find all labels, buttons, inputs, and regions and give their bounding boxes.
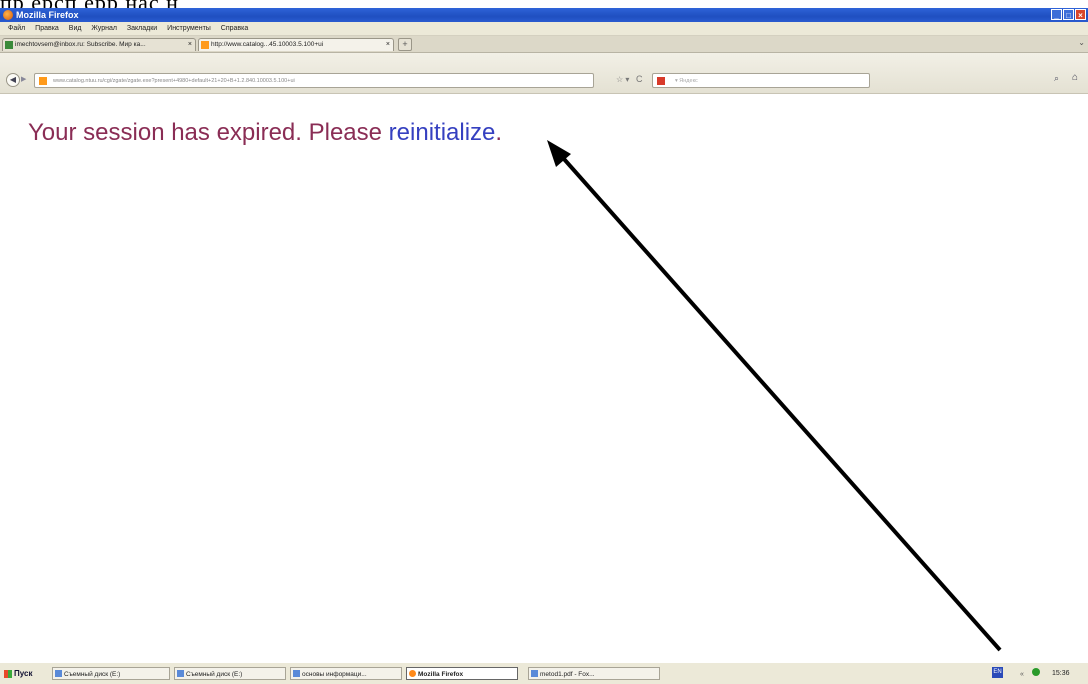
page-content: Your session has expired. Please reiniti… (0, 94, 1088, 662)
language-indicator[interactable]: EN (992, 667, 1003, 678)
word-document-icon (293, 670, 300, 677)
new-tab-button[interactable]: + (398, 38, 412, 51)
search-engine-icon[interactable] (657, 77, 665, 85)
taskbar-item[interactable]: Съемный диск (E:) (52, 667, 170, 680)
tray-expand-icon[interactable]: « (1020, 668, 1024, 681)
start-label: Пуск (14, 669, 33, 678)
reinitialize-link[interactable]: reinitialize (389, 119, 496, 146)
pdf-icon (531, 670, 538, 677)
taskbar-item-label: Съемный диск (E:) (186, 671, 243, 678)
taskbar-item-label: metod1.pdf - Fox... (540, 671, 595, 678)
firefox-icon (3, 10, 13, 20)
session-expired-message: Your session has expired. Please reiniti… (28, 119, 502, 147)
forward-button[interactable]: ▶ (21, 75, 26, 83)
window-controls: _ □ × (1051, 9, 1086, 20)
taskbar-item[interactable]: metod1.pdf - Fox... (528, 667, 660, 680)
minimize-button[interactable]: _ (1051, 9, 1062, 20)
site-icon (201, 41, 209, 49)
menu-history[interactable]: Журнал (91, 25, 117, 32)
drive-icon (55, 670, 62, 677)
url-text[interactable]: www.catalog.ntuu.ru/cgi/zgate/zgate.exe?… (53, 75, 295, 87)
drive-icon (177, 670, 184, 677)
tab-list-chevron-icon[interactable]: ⌄ (1078, 38, 1085, 47)
tab-label: imechtovsem@inbox.ru: Subscribe. Мир ка.… (15, 41, 146, 48)
tab-label: http://www.catalog...45.10003.5.100+ui (211, 41, 324, 48)
menu-bookmarks[interactable]: Закладки (127, 25, 157, 32)
window-titlebar[interactable]: Mozilla Firefox _ □ × (0, 8, 1088, 22)
tab-bar: imechtovsem@inbox.ru: Subscribe. Мир ка.… (0, 36, 1088, 53)
clock: 15:36 (1052, 670, 1070, 677)
taskbar-item[interactable]: Съемный диск (E:) (174, 667, 286, 680)
tab-catalog[interactable]: http://www.catalog...45.10003.5.100+ui × (198, 38, 394, 51)
mail-icon (5, 41, 13, 49)
reload-icon[interactable]: C (636, 74, 643, 84)
windows-taskbar: Пуск Съемный диск (E:) Съемный диск (E:)… (0, 662, 1088, 684)
taskbar-item-label: основы информаци... (302, 671, 367, 678)
windows-flag-icon (4, 670, 12, 678)
menu-file[interactable]: Файл (8, 25, 25, 32)
tab-mail[interactable]: imechtovsem@inbox.ru: Subscribe. Мир ка.… (2, 38, 196, 51)
firefox-icon (409, 670, 416, 677)
back-button[interactable]: ◀ (6, 73, 20, 87)
taskbar-item[interactable]: Mozilla Firefox (406, 667, 518, 680)
home-icon[interactable]: ⌂ (1072, 72, 1078, 83)
tab-close-icon[interactable]: × (188, 39, 192, 51)
search-input[interactable]: ▾ Яндекс (652, 73, 870, 88)
taskbar-item[interactable]: основы информаци... (290, 667, 402, 680)
search-magnifier-icon[interactable]: ⌕ (1054, 73, 1059, 84)
menu-view[interactable]: Вид (69, 25, 82, 32)
close-button[interactable]: × (1075, 9, 1086, 20)
menu-bar: Файл Правка Вид Журнал Закладки Инструме… (0, 22, 1088, 36)
taskbar-item-label: Съемный диск (E:) (64, 671, 121, 678)
navigation-toolbar: ◀ ▶ www.catalog.ntuu.ru/cgi/zgate/zgate.… (0, 53, 1088, 94)
security-icon[interactable] (1032, 668, 1040, 676)
url-bar[interactable]: www.catalog.ntuu.ru/cgi/zgate/zgate.exe?… (34, 73, 594, 88)
system-tray: EN « 15:36 (988, 666, 1088, 681)
bookmark-star-icon[interactable]: ☆ ▾ (616, 75, 629, 84)
menu-edit[interactable]: Правка (35, 25, 59, 32)
message-period: . (495, 119, 503, 146)
taskbar-item-label: Mozilla Firefox (418, 671, 464, 678)
start-button[interactable]: Пуск (2, 667, 35, 680)
menu-help[interactable]: Справка (221, 25, 248, 32)
window-title: Mozilla Firefox (16, 10, 79, 20)
message-text: Your session has expired. Please (28, 119, 389, 146)
tab-close-icon[interactable]: × (386, 39, 390, 51)
document-text-crop: пр ерсп ерр нас н (0, 0, 1088, 8)
maximize-button[interactable]: □ (1063, 9, 1074, 20)
site-identity-icon[interactable] (39, 77, 47, 85)
search-placeholder: ▾ Яндекс (675, 78, 698, 84)
menu-tools[interactable]: Инструменты (167, 25, 211, 32)
